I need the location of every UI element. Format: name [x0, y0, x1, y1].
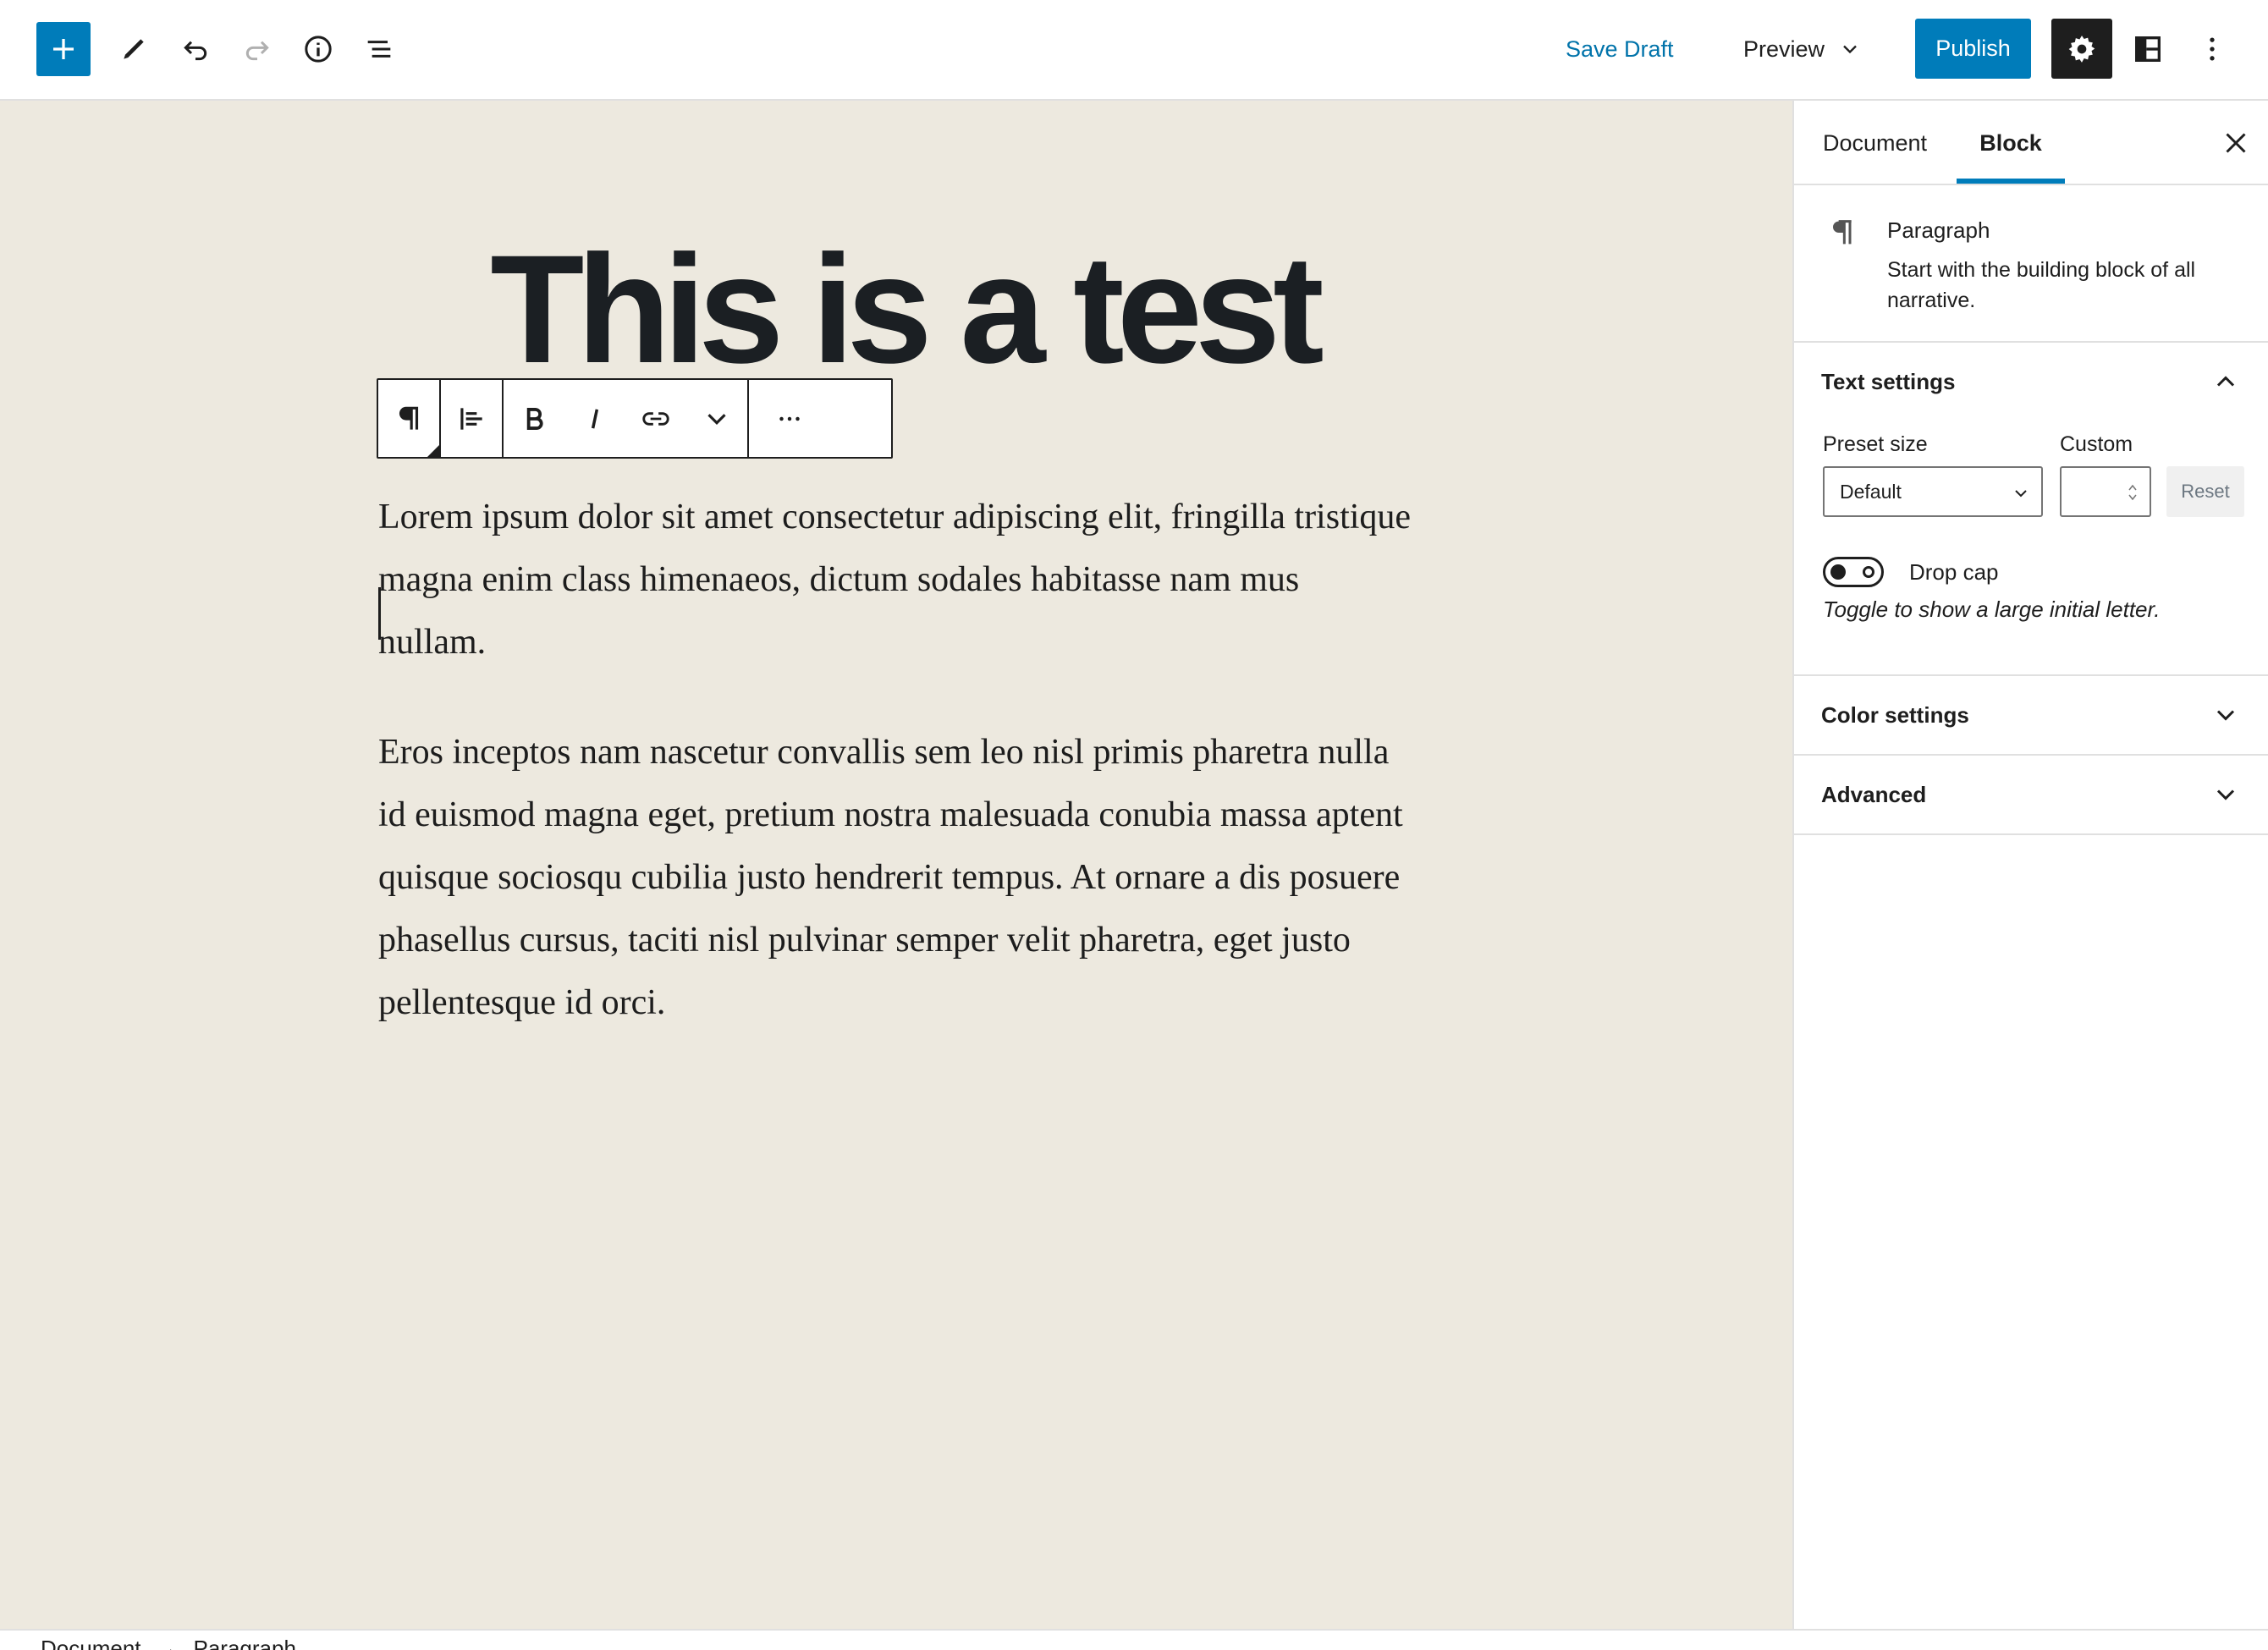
- chevron-down-icon: [1843, 45, 1857, 54]
- pencil-icon: [124, 39, 144, 59]
- italic-icon: [591, 409, 599, 428]
- settings-button[interactable]: [2051, 19, 2112, 79]
- bold-icon: [526, 407, 543, 430]
- tab-block[interactable]: Block: [1957, 101, 2065, 185]
- toggle-knob: [1830, 564, 1846, 580]
- block-card-description: Start with the building block of all nar…: [1887, 258, 2196, 312]
- paragraph-block[interactable]: Eros inceptos nam nascetur convallis sem…: [378, 721, 1415, 1034]
- text-settings-toggle[interactable]: Text settings: [1794, 343, 2268, 421]
- text-settings-panel: Preset size Custom Default Reset Drop ca…: [1794, 421, 2268, 676]
- chevron-down-icon: [2015, 490, 2027, 498]
- color-settings-heading: Color settings: [1821, 701, 1969, 728]
- editor-header: Save Draft Preview Publish: [0, 0, 2268, 101]
- spinner-icon: [2128, 484, 2137, 501]
- block-type-button[interactable]: [378, 380, 439, 457]
- drop-cap-help-text: Toggle to show a large initial letter.: [1823, 597, 2161, 622]
- breadcrumb-document[interactable]: Document: [41, 1636, 141, 1650]
- editor-canvas: This is a test Lorem ipsum dolor sit ame…: [0, 101, 1792, 1629]
- color-settings-toggle[interactable]: Color settings: [1794, 676, 2268, 756]
- preview-label: Preview: [1743, 36, 1825, 62]
- custom-size-label: Custom: [2060, 432, 2133, 456]
- dropdown-corner-indicator: [427, 445, 439, 457]
- save-draft-button[interactable]: Save Draft: [1566, 25, 1674, 73]
- details-button[interactable]: [295, 25, 342, 73]
- chevron-down-icon: [2216, 789, 2235, 800]
- plus-icon: [53, 39, 74, 59]
- text-settings-heading: Text settings: [1821, 368, 1956, 394]
- tools-button[interactable]: [110, 25, 157, 73]
- list-view-icon: [367, 41, 391, 58]
- block-card-title: Paragraph: [1887, 217, 1990, 243]
- advanced-heading: Advanced: [1821, 781, 1927, 807]
- layout-icon: [2135, 36, 2161, 62]
- advanced-toggle[interactable]: Advanced: [1794, 756, 2268, 835]
- settings-sidebar: Document Block Paragraph Start with the …: [1792, 101, 2268, 1629]
- align-left-icon: [460, 407, 482, 430]
- block-switcher-group: [378, 380, 441, 457]
- reset-button[interactable]: Reset: [2166, 466, 2244, 517]
- block-options-group: [749, 380, 830, 457]
- tab-document[interactable]: Document: [1823, 101, 1927, 185]
- redo-button[interactable]: [234, 25, 281, 73]
- preset-size-label: Preset size: [1823, 432, 1928, 456]
- more-formats-button[interactable]: [686, 380, 747, 457]
- text-cursor: [378, 587, 381, 640]
- breadcrumb: Document → Paragraph: [41, 1636, 296, 1650]
- add-block-button[interactable]: [36, 22, 91, 76]
- chevron-down-icon: [707, 413, 726, 425]
- drop-cap-label: Drop cap: [1909, 559, 1999, 585]
- gear-icon: [2068, 35, 2095, 63]
- preset-size-select[interactable]: Default: [1823, 466, 2043, 517]
- sidebar-tabs: Document Block: [1794, 101, 2268, 185]
- italic-button[interactable]: [564, 380, 625, 457]
- block-options-button[interactable]: [749, 380, 830, 457]
- breadcrumb-paragraph[interactable]: Paragraph: [194, 1636, 296, 1650]
- redo-icon: [245, 41, 269, 61]
- block-navigation-button[interactable]: [355, 25, 403, 73]
- breadcrumb-separator: →: [156, 1636, 179, 1650]
- undo-button[interactable]: [172, 25, 219, 73]
- preset-size-value: Default: [1840, 480, 1902, 503]
- more-horizontal-icon: [779, 416, 800, 421]
- editor-footer: Document → Paragraph: [0, 1629, 2268, 1650]
- align-button[interactable]: [441, 380, 502, 457]
- chevron-down-icon: [2216, 710, 2235, 721]
- bold-button[interactable]: [504, 380, 564, 457]
- link-icon: [642, 411, 669, 426]
- more-vertical-icon: [2210, 37, 2215, 61]
- drop-cap-toggle[interactable]: [1823, 557, 1884, 587]
- link-button[interactable]: [625, 380, 686, 457]
- chevron-up-icon: [2216, 376, 2235, 387]
- more-options-button[interactable]: [2188, 25, 2236, 73]
- custom-size-input[interactable]: [2060, 466, 2151, 517]
- post-title[interactable]: This is a test: [377, 232, 1430, 386]
- layout-toggle-button[interactable]: [2124, 25, 2172, 73]
- undo-icon: [184, 41, 207, 61]
- alignment-group: [441, 380, 504, 457]
- publish-button[interactable]: Publish: [1915, 19, 2031, 79]
- close-icon: [2226, 133, 2246, 153]
- paragraph-icon: [399, 406, 419, 430]
- toggle-off-indicator: [1863, 566, 1874, 578]
- block-toolbar: [377, 378, 893, 459]
- close-sidebar-button[interactable]: [2214, 121, 2258, 165]
- format-group: [504, 380, 749, 457]
- paragraph-block[interactable]: Lorem ipsum dolor sit amet consectetur a…: [378, 486, 1415, 674]
- preview-button[interactable]: Preview: [1743, 25, 1862, 73]
- block-card: Paragraph Start with the building block …: [1794, 185, 2268, 343]
- info-icon: [305, 36, 332, 63]
- active-tab-indicator: [1957, 179, 2065, 184]
- paragraph-icon: [1825, 216, 1858, 250]
